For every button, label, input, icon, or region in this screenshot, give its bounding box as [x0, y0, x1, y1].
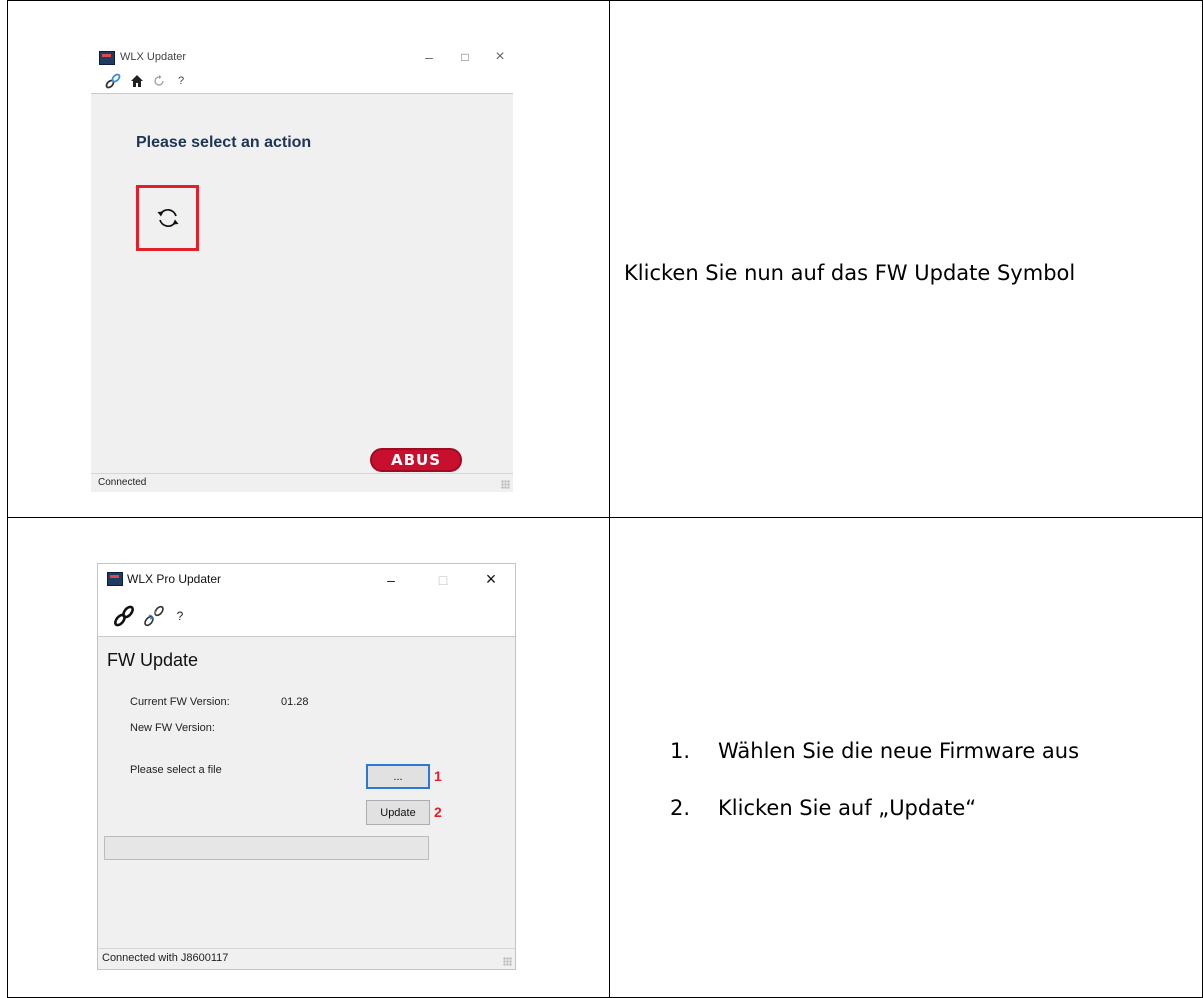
refresh-icon[interactable] [151, 73, 167, 89]
instruction-text-2: Klicken Sie auf „Update“ [718, 796, 977, 820]
abus-logo: ABUS [370, 448, 462, 472]
table-border-top [7, 0, 1203, 1]
close-button[interactable]: × [482, 570, 500, 588]
minimize-button[interactable]: – [420, 50, 438, 64]
maximize-button[interactable]: □ [456, 50, 474, 64]
page-heading: FW Update [107, 650, 199, 670]
link-broken-icon[interactable] [140, 602, 168, 630]
app-icon [99, 51, 115, 65]
maximize-button[interactable]: □ [434, 573, 452, 587]
wlx-pro-updater-window: WLX Pro Updater – □ × ? FW Update Curren… [97, 563, 516, 970]
update-button[interactable]: Update [366, 800, 430, 825]
connection-status: Connected [98, 477, 147, 488]
instruction-num-2: 2. [670, 796, 691, 820]
new-fw-label: New FW Version: [130, 722, 215, 734]
instruction-num-1: 1. [670, 739, 691, 763]
close-button[interactable]: × [491, 49, 509, 65]
help-button[interactable]: ? [173, 73, 189, 89]
step1-instruction: Klicken Sie nun auf das FW Update Symbol [624, 261, 1076, 285]
table-column-divider [609, 0, 610, 998]
app-icon [107, 572, 123, 586]
current-fw-label: Current FW Version: [130, 696, 230, 708]
fw-update-icon[interactable] [155, 205, 181, 231]
home-icon[interactable] [129, 73, 145, 89]
page-heading: Please select an action [136, 134, 312, 151]
title-bar: WLX Updater – □ × [91, 45, 513, 69]
step-marker-2: 2 [434, 804, 442, 820]
connect-link-icon[interactable] [103, 71, 123, 91]
update-progress-bar [104, 836, 429, 860]
help-button[interactable]: ? [172, 608, 188, 624]
toolbar: ? [91, 69, 513, 94]
window-title: WLX Updater [120, 51, 187, 63]
title-bar: WLX Pro Updater – □ × [98, 564, 515, 596]
toolbar: ? [98, 596, 515, 637]
instruction-text-1: Wählen Sie die neue Firmware aus [718, 739, 1080, 763]
status-bar: Connected [91, 473, 513, 492]
wlx-updater-window: WLX Updater – □ × ? Please select an act… [91, 45, 513, 492]
resize-grip[interactable] [503, 957, 512, 966]
step-marker-1: 1 [434, 768, 442, 784]
table-border-left [7, 0, 8, 998]
table-row-divider [7, 517, 1203, 518]
status-bar: Connected with J8600117 [98, 948, 515, 969]
minimize-button[interactable]: – [382, 573, 400, 587]
current-fw-value: 01.28 [281, 696, 309, 708]
connection-status: Connected with J8600117 [102, 952, 229, 964]
fw-update-highlight [136, 185, 199, 251]
window-title: WLX Pro Updater [127, 572, 222, 586]
link-icon[interactable] [110, 602, 138, 630]
select-file-label: Please select a file [130, 764, 222, 776]
browse-file-button[interactable]: ... [366, 764, 430, 789]
resize-grip[interactable] [501, 480, 510, 489]
